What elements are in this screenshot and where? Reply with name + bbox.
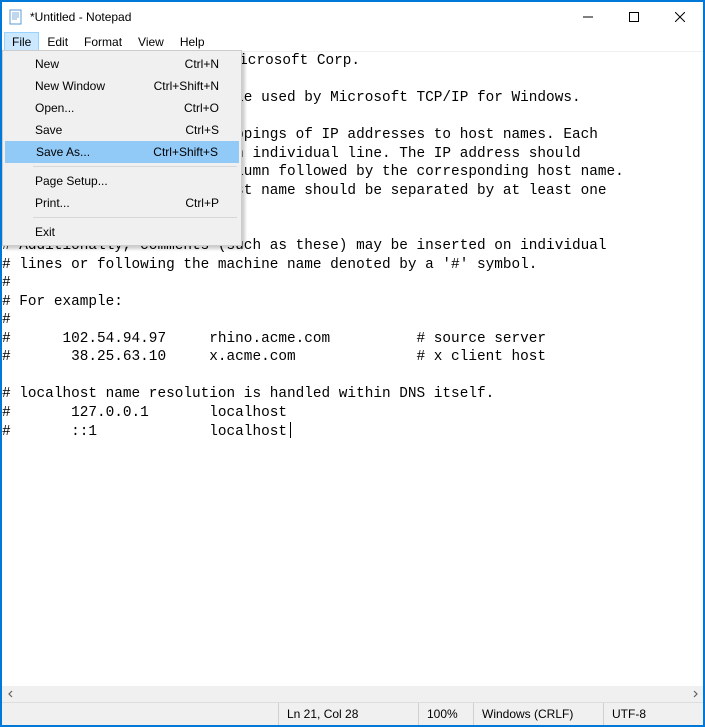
window-controls (565, 2, 703, 32)
menu-file[interactable]: File (4, 32, 39, 51)
menu-separator (33, 166, 237, 167)
text-caret (290, 422, 291, 438)
menu-item-shortcut: Ctrl+Shift+S (153, 145, 218, 159)
menu-item-shortcut: Ctrl+P (185, 196, 219, 210)
window-title: *Untitled - Notepad (30, 10, 131, 24)
menu-item-label: Open... (35, 101, 74, 115)
menu-item-label: Print... (35, 196, 70, 210)
title-bar: *Untitled - Notepad (2, 2, 703, 32)
menu-item-label: Exit (35, 225, 55, 239)
file-menu-save-as[interactable]: Save As... Ctrl+Shift+S (5, 141, 239, 163)
menu-item-label: Save (35, 123, 62, 137)
file-menu-print[interactable]: Print... Ctrl+P (5, 192, 239, 214)
menu-bar: File Edit Format View Help (2, 32, 703, 52)
file-menu-new-window[interactable]: New Window Ctrl+Shift+N (5, 75, 239, 97)
scroll-left-button[interactable] (2, 686, 19, 703)
file-menu-save[interactable]: Save Ctrl+S (5, 119, 239, 141)
menu-edit[interactable]: Edit (39, 32, 76, 51)
menu-item-shortcut: Ctrl+Shift+N (154, 79, 219, 93)
status-spacer (2, 703, 278, 725)
status-encoding: UTF-8 (603, 703, 703, 725)
menu-item-label: New (35, 57, 59, 71)
menu-item-label: Save As... (36, 145, 90, 159)
maximize-icon (629, 12, 639, 22)
title-bar-left: *Untitled - Notepad (8, 9, 131, 25)
file-menu-open[interactable]: Open... Ctrl+O (5, 97, 239, 119)
file-menu-exit[interactable]: Exit (5, 221, 239, 243)
file-menu-dropdown: New Ctrl+N New Window Ctrl+Shift+N Open.… (2, 50, 242, 246)
chevron-left-icon (7, 690, 15, 698)
minimize-icon (583, 12, 593, 22)
menu-view[interactable]: View (130, 32, 172, 51)
menu-item-label: Page Setup... (35, 174, 108, 188)
close-icon (675, 12, 685, 22)
menu-item-label: New Window (35, 79, 105, 93)
status-zoom: 100% (418, 703, 473, 725)
status-position: Ln 21, Col 28 (278, 703, 418, 725)
file-menu-page-setup[interactable]: Page Setup... (5, 170, 239, 192)
horizontal-scrollbar[interactable] (2, 685, 703, 702)
menu-item-shortcut: Ctrl+O (184, 101, 219, 115)
minimize-button[interactable] (565, 2, 611, 32)
chevron-right-icon (691, 690, 699, 698)
close-button[interactable] (657, 2, 703, 32)
notepad-icon (8, 9, 24, 25)
file-menu-new[interactable]: New Ctrl+N (5, 53, 239, 75)
status-bar: Ln 21, Col 28 100% Windows (CRLF) UTF-8 (2, 702, 703, 725)
scroll-right-button[interactable] (686, 686, 703, 703)
menu-separator (33, 217, 237, 218)
menu-item-shortcut: Ctrl+N (185, 57, 219, 71)
menu-format[interactable]: Format (76, 32, 130, 51)
menu-item-shortcut: Ctrl+S (185, 123, 219, 137)
status-line-ending: Windows (CRLF) (473, 703, 603, 725)
maximize-button[interactable] (611, 2, 657, 32)
menu-help[interactable]: Help (172, 32, 213, 51)
